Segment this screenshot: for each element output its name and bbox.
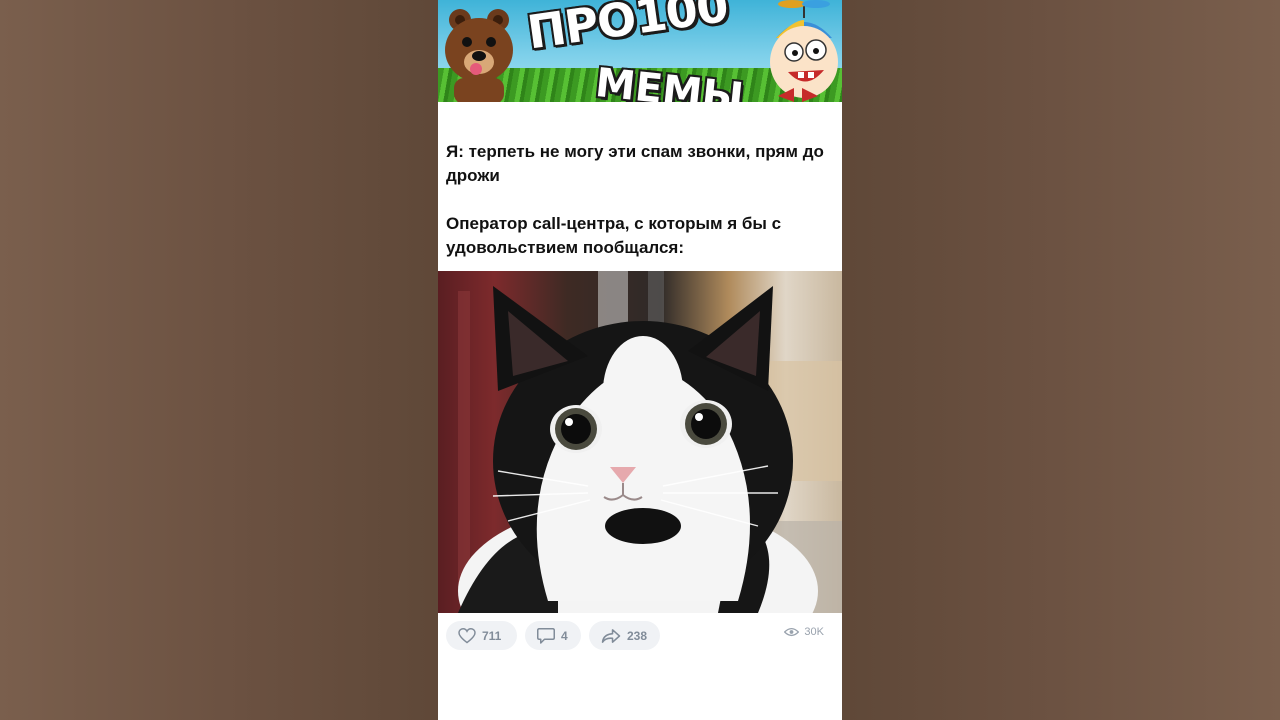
channel-banner: ПРО100 МЕМЫ	[438, 0, 842, 102]
views-count: 30K	[804, 626, 824, 638]
kid-mascot-icon	[770, 0, 838, 102]
share-count: 238	[627, 628, 648, 643]
comment-button[interactable]: 4	[525, 621, 581, 650]
shorts-video-frame: ПРО100 МЕМЫ Я: терпеть не могу эти спам …	[438, 0, 842, 720]
post-actions-bar: 711 4 238 30K	[446, 621, 838, 651]
post-text-line1: Я: терпеть не могу эти спам звонки, прям…	[446, 142, 824, 185]
blurred-backdrop-right	[842, 0, 1280, 720]
banner-title: ПРО100	[524, 0, 731, 60]
post-text: Я: терпеть не могу эти спам звонки, прям…	[446, 140, 838, 260]
eye-icon	[784, 627, 800, 637]
cat-photo	[438, 271, 842, 613]
like-button[interactable]: 711	[446, 621, 517, 650]
views-counter: 30K	[784, 626, 824, 638]
bear-mascot-icon	[445, 9, 513, 102]
share-icon	[601, 628, 621, 643]
blurred-backdrop-left	[0, 0, 438, 720]
heart-icon	[458, 627, 476, 643]
cat-photo-icon	[458, 271, 842, 613]
comment-icon	[537, 628, 555, 644]
post-text-line2: Оператор call-центра, с которым я бы с у…	[446, 214, 782, 257]
like-count: 711	[482, 628, 502, 643]
share-button[interactable]: 238	[589, 621, 660, 650]
comment-count: 4	[561, 628, 568, 643]
